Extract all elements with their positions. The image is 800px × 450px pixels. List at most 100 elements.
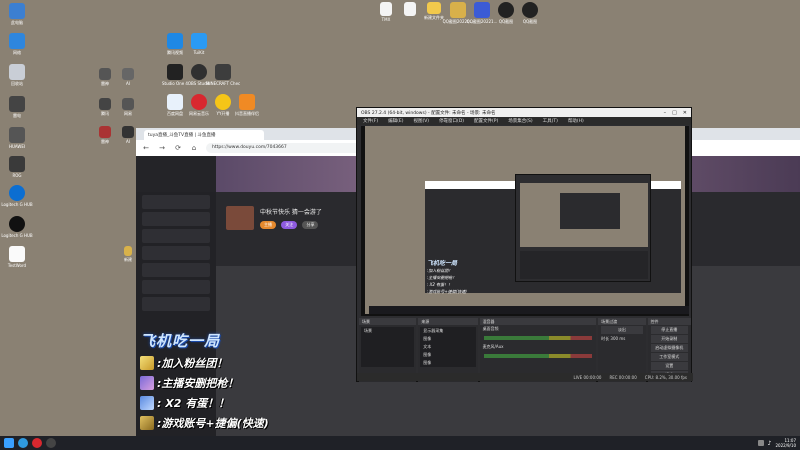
- menu-view[interactable]: 视图(V): [413, 118, 429, 124]
- menu-scene-collection[interactable]: 场景集合(S): [508, 118, 532, 124]
- file-icon: [404, 2, 416, 16]
- obs-taskbar-icon[interactable]: [46, 438, 56, 448]
- source-item[interactable]: 图像: [420, 335, 475, 343]
- minecraft-icon: [215, 64, 231, 80]
- desktop-icon-g-hub[interactable]: Logitech G HUB: [0, 216, 34, 238]
- desktop-icon-this-pc[interactable]: 此电脑: [0, 3, 34, 25]
- browser-tab[interactable]: tuya直播_斗鱼TV直播 | 斗鱼直播: [144, 130, 264, 140]
- desktop-icon-minecraft[interactable]: MINECRAFT Check: [206, 64, 240, 86]
- site-logo-area: [136, 156, 216, 192]
- duration-input[interactable]: 300 ms: [610, 336, 625, 341]
- pill-follow[interactable]: 关注: [281, 221, 298, 229]
- audio-meter[interactable]: [483, 354, 593, 358]
- start-recording-button[interactable]: 开始录制: [650, 335, 689, 343]
- desktop-icon-top-7[interactable]: QQ截图: [513, 2, 547, 24]
- sidebar-item[interactable]: [142, 229, 210, 243]
- sidebar-item[interactable]: [142, 195, 210, 209]
- source-item[interactable]: 文本: [420, 343, 475, 351]
- windows-start-icon[interactable]: [4, 438, 14, 448]
- system-tray: ♪ 11:07 2022/9/10: [757, 438, 800, 448]
- desktop-icon-small-2[interactable]: AI: [111, 68, 145, 86]
- menu-profile[interactable]: 配置文件(P): [474, 118, 498, 124]
- app-icon: [99, 68, 111, 80]
- app-taskbar-icon[interactable]: [32, 438, 42, 448]
- clock[interactable]: 11:07 2022/9/10: [775, 438, 796, 448]
- avatar-icon: [140, 376, 154, 390]
- overlay-line: : X2 有蛋！！: [140, 395, 269, 411]
- desktop-icon-network[interactable]: 网络: [0, 33, 34, 55]
- menu-edit[interactable]: 编辑(E): [388, 118, 403, 124]
- source-item[interactable]: 显示器采集: [420, 327, 475, 335]
- sidebar-item[interactable]: [142, 263, 210, 277]
- sidebar-item[interactable]: [142, 297, 210, 311]
- scene-item[interactable]: 场景: [361, 327, 414, 335]
- obs-preview[interactable]: 飞机吃一局 :加入粉丝团！ :主播安删把枪！ : X2 有蛋！！ :游戏账号+捷…: [361, 126, 689, 316]
- penguin-icon: [498, 2, 514, 18]
- volume-icon[interactable]: ♪: [768, 440, 772, 447]
- pill-host[interactable]: 主播: [260, 221, 276, 229]
- forward-icon[interactable]: →: [158, 144, 166, 152]
- close-icon[interactable]: ✕: [683, 110, 687, 116]
- home-icon[interactable]: ⌂: [190, 144, 198, 152]
- desktop-icon-logitech[interactable]: Logitech G HUB: [0, 185, 34, 207]
- flame-icon: [239, 94, 255, 110]
- obs-window[interactable]: OBS 27.2.4 (64-bit, windows) - 配置文件: 未命名…: [356, 107, 693, 382]
- source-item[interactable]: 图像: [420, 359, 475, 367]
- desktop-icon-tuikit[interactable]: TuiKit: [182, 33, 216, 55]
- obs-menu-bar: 文件(F) 编辑(E) 视图(V) 停靠窗口(D) 配置文件(P) 场景集合(S…: [357, 117, 691, 125]
- back-icon[interactable]: ←: [142, 144, 150, 152]
- tray-icon[interactable]: [757, 440, 764, 446]
- browser-taskbar-icon[interactable]: [18, 438, 28, 448]
- preview-desktop: 飞机吃一局 :加入粉丝团！ :主播安删把枪！ : X2 有蛋！！ :游戏账号+捷…: [365, 126, 689, 314]
- image-icon: [450, 2, 466, 18]
- virtual-camera-button[interactable]: 启动虚拟摄像机: [650, 344, 689, 352]
- sidebar-item[interactable]: [142, 246, 210, 260]
- minimize-icon[interactable]: –: [664, 110, 667, 116]
- rocket-icon: [140, 396, 154, 410]
- desktop-icon-recycle-bin[interactable]: 回收站: [0, 64, 34, 86]
- g-hub-icon: [9, 216, 25, 232]
- desktop-icon-textfile[interactable]: TestWord: [0, 246, 34, 268]
- pill-share[interactable]: 分享: [302, 221, 319, 229]
- menu-file[interactable]: 文件(F): [363, 118, 378, 124]
- streamer-avatar[interactable]: [226, 206, 254, 230]
- preview-obs-recursive: [515, 174, 651, 282]
- preview-taskbar: [369, 306, 689, 314]
- sidebar-item[interactable]: [142, 212, 210, 226]
- folder-icon: [427, 2, 441, 14]
- desktop-icon-small-4[interactable]: 网易: [111, 98, 145, 116]
- cloud-icon: [167, 94, 183, 110]
- maximize-icon[interactable]: □: [672, 110, 677, 116]
- obs-title-bar[interactable]: OBS 27.2.4 (64-bit, windows) - 配置文件: 未命名…: [357, 108, 691, 117]
- overlay-line: :游戏账号+捷偏(快速): [140, 415, 269, 431]
- menu-tools[interactable]: 工具(T): [543, 118, 558, 124]
- live-status: LIVE 00:00:00: [573, 374, 602, 380]
- recycle-bin-icon: [9, 64, 25, 80]
- app-icon: [122, 126, 134, 138]
- desktop-icon-app-2[interactable]: HUAWEI: [0, 127, 34, 149]
- overlay-title: 飞机吃一局: [140, 332, 221, 350]
- desktop-icon-douyin-live[interactable]: 抖音直播伴侣: [230, 94, 264, 116]
- refresh-icon[interactable]: ⟳: [174, 144, 182, 152]
- app-icon: [99, 98, 111, 110]
- menu-docks[interactable]: 停靠窗口(D): [439, 118, 464, 124]
- image-icon: [474, 2, 490, 18]
- settings-button[interactable]: 设置: [650, 362, 689, 370]
- audio-meter[interactable]: [483, 336, 593, 340]
- taskbar: ♪ 11:07 2022/9/10: [0, 436, 800, 450]
- file-icon: [9, 246, 25, 262]
- menu-help[interactable]: 帮助(H): [568, 118, 584, 124]
- source-item[interactable]: 图像: [420, 351, 475, 359]
- app-icon: [122, 98, 134, 110]
- desktop-icon-app-3[interactable]: ROG: [0, 156, 34, 178]
- music-icon: [191, 94, 207, 110]
- overlay-line: :主播安删把枪！: [140, 375, 269, 391]
- desktop-icon-app-1[interactable]: 雷电: [0, 96, 34, 118]
- preview-overlay: 飞机吃一局 :加入粉丝团！ :主播安删把枪！ : X2 有蛋！！ :游戏账号+捷…: [427, 260, 467, 294]
- studio-mode-button[interactable]: 工作室模式: [650, 353, 689, 361]
- stop-streaming-button[interactable]: 停止直播: [650, 326, 689, 334]
- rec-status: REC 00:00:00: [609, 374, 637, 380]
- file-icon: [124, 246, 132, 256]
- transition-select[interactable]: 淡出: [601, 326, 643, 334]
- sidebar-item[interactable]: [142, 280, 210, 294]
